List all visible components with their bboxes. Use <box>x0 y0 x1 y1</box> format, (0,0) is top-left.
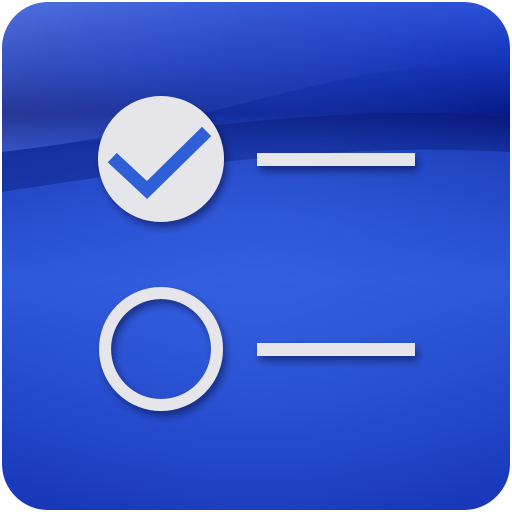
list-line-1 <box>257 153 415 166</box>
list-line-2 <box>257 343 415 356</box>
checklist-app-icon[interactable] <box>2 2 510 510</box>
icon-background <box>2 2 510 510</box>
checklist-icon <box>2 2 510 510</box>
